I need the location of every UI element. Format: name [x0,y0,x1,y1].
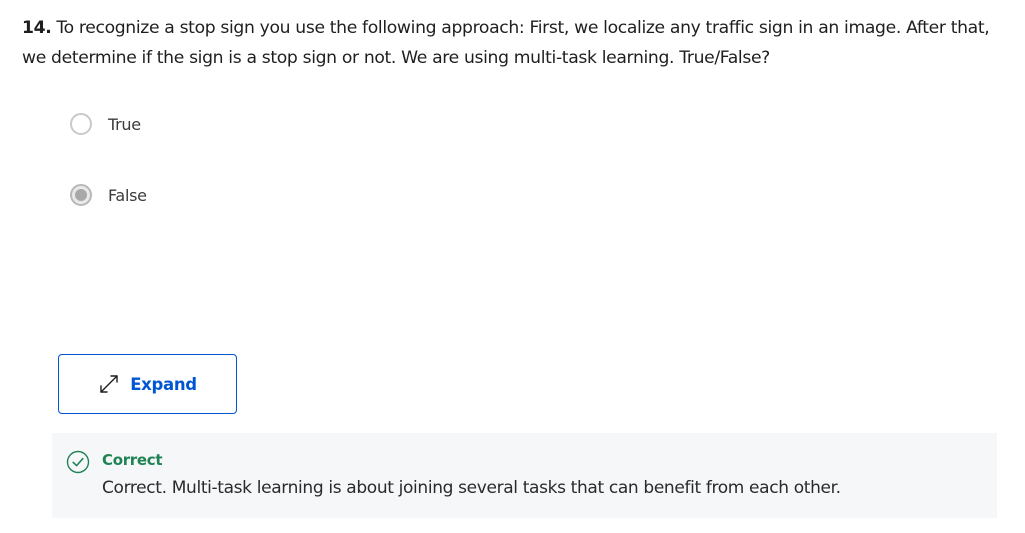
expand-arrows-icon [98,373,120,395]
feedback-status: Correct [102,451,163,469]
question-block: 14. To recognize a stop sign you use the … [22,13,1007,73]
expand-label: Expand [130,374,197,394]
feedback-message: Correct. Multi-task learning is about jo… [102,478,841,498]
feedback-panel: Correct Correct. Multi-task learning is … [52,433,997,518]
radio-true[interactable] [70,113,92,135]
check-circle-icon [66,450,90,474]
option-false-label: False [108,185,147,205]
option-false[interactable]: False [70,184,147,206]
expand-button[interactable]: Expand [58,354,237,414]
radio-false[interactable] [70,184,92,206]
question-text: To recognize a stop sign you use the fol… [22,18,990,68]
question-number: 14. [22,18,52,38]
option-true[interactable]: True [70,113,141,135]
option-true-label: True [108,114,141,134]
